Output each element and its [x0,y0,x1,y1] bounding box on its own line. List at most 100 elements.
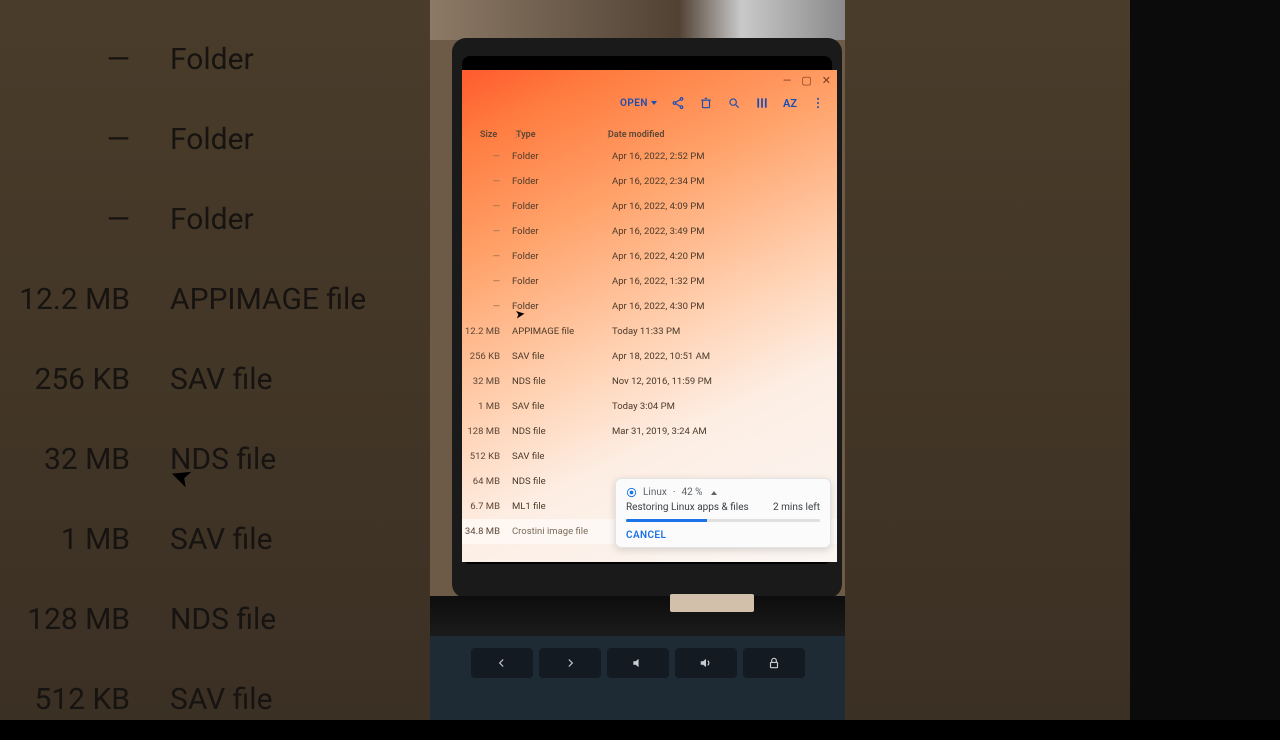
file-date: Apr 16, 2022, 2:34 PM [612,176,837,187]
file-type: Crostini image file [512,526,612,537]
window-minimize-button[interactable]: — [783,74,792,87]
file-type: Folder [512,226,612,237]
chevron-down-icon [651,101,657,105]
file-row[interactable]: —FolderApr 16, 2022, 2:34 PM [462,169,837,194]
more-menu-icon[interactable] [811,96,825,110]
file-type: Folder [512,301,612,312]
laptop-hinge [430,596,845,636]
file-date: Nov 12, 2016, 11:59 PM [612,376,837,387]
file-row[interactable]: —FolderApr 16, 2022, 4:20 PM [462,244,837,269]
photo-frame: — ▢ ✕ OPEN [430,0,845,720]
window-maximize-button[interactable]: ▢ [801,74,811,87]
pillarbox-right [1130,0,1280,720]
mouse-cursor-icon: ➤ [514,306,526,321]
laptop-label-sticker [670,594,754,612]
key-vol-up [675,648,737,678]
search-icon[interactable] [727,96,741,110]
file-type: SAV file [512,351,612,362]
share-icon[interactable] [671,96,685,110]
open-button-label: OPEN [620,98,648,109]
file-date: Apr 18, 2022, 10:51 AM [612,351,837,362]
column-header-size[interactable]: Size [462,130,512,140]
files-app-window: — ▢ ✕ OPEN [462,70,837,562]
bg-echo-row: —Folder [10,100,450,180]
key-lock [743,648,805,678]
notification-percent: 42 % [681,487,702,498]
room-background [430,0,845,40]
file-row[interactable]: 12.2 MBAPPIMAGE fileToday 11:33 PM [462,319,837,344]
file-date: Apr 16, 2022, 1:32 PM [612,276,837,287]
notification-title: Restoring Linux apps & files [626,502,749,513]
file-date: Apr 16, 2022, 3:49 PM [612,226,837,237]
file-date: Mar 31, 2019, 3:24 AM [612,426,837,437]
open-button[interactable]: OPEN [620,98,657,109]
file-size: — [462,176,512,187]
file-date: Apr 16, 2022, 2:52 PM [612,151,837,162]
laptop-keyboard [430,636,845,720]
file-size: — [462,276,512,287]
bg-echo-row: 128 MBNDS file [10,580,450,660]
file-size: 256 KB [462,351,512,362]
file-type: Folder [512,176,612,187]
file-row[interactable]: —FolderApr 16, 2022, 4:09 PM [462,194,837,219]
file-row[interactable]: —FolderApr 16, 2022, 1:32 PM [462,269,837,294]
file-size: 34.8 MB [462,526,512,537]
file-type: SAV file [512,401,612,412]
column-headers: Size ⋮ Type ⋮ Date modified [462,128,837,142]
file-date: Apr 16, 2022, 4:30 PM [612,301,837,312]
chevron-up-icon[interactable] [711,491,717,495]
cancel-button[interactable]: CANCEL [626,530,820,541]
notification-source: Linux [643,487,667,498]
bg-echo-row: —Folder [10,180,450,260]
file-date: Apr 16, 2022, 4:20 PM [612,251,837,262]
file-type: NDS file [512,426,612,437]
file-size: 6.7 MB [462,501,512,512]
file-type: APPIMAGE file [512,326,612,337]
file-size: 64 MB [462,476,512,487]
bg-echo-row: 1 MBSAV file [10,500,450,580]
file-type: NDS file [512,476,612,487]
file-row[interactable]: 512 KBSAV file [462,444,837,469]
file-type: ML1 file [512,501,612,512]
file-size: 128 MB [462,426,512,437]
file-row[interactable]: —FolderApr 16, 2022, 2:52 PM [462,144,837,169]
file-type: SAV file [512,451,612,462]
file-type: NDS file [512,376,612,387]
file-type: Folder [512,276,612,287]
file-row[interactable]: 32 MBNDS fileNov 12, 2016, 11:59 PM [462,369,837,394]
view-toggle-icon[interactable] [755,96,769,110]
file-size: — [462,226,512,237]
key-forward [539,648,601,678]
file-row[interactable]: —FolderApr 16, 2022, 3:49 PM [462,219,837,244]
file-size: 32 MB [462,376,512,387]
file-type: Folder [512,251,612,262]
file-type: Folder [512,201,612,212]
bg-echo-row: 256 KBSAV file [10,340,450,420]
file-size: — [462,201,512,212]
notification-eta: 2 mins left [773,502,820,513]
sort-az-icon[interactable]: AZ [783,97,797,110]
file-row[interactable]: 1 MBSAV fileToday 3:04 PM [462,394,837,419]
file-size: 1 MB [462,401,512,412]
file-row[interactable]: 256 KBSAV fileApr 18, 2022, 10:51 AM [462,344,837,369]
file-size: 12.2 MB [462,326,512,337]
linux-source-icon [626,487,637,498]
key-vol-down [607,648,669,678]
bg-echo-row: 512 KBSAV file [10,660,450,740]
bg-echo-row: 12.2 MBAPPIMAGE file [10,260,450,340]
file-size: — [462,251,512,262]
delete-icon[interactable] [699,96,713,110]
file-size: — [462,301,512,312]
progress-bar [626,519,820,522]
progress-notification: Linux · 42 % Restoring Linux apps & file… [615,478,831,548]
file-date: Today 11:33 PM [612,326,837,337]
column-header-type[interactable]: Type [516,130,604,140]
bg-echo-row: 32 MBNDS file [10,420,450,500]
file-size: — [462,151,512,162]
window-close-button[interactable]: ✕ [822,74,831,87]
file-row[interactable]: 128 MBNDS fileMar 31, 2019, 3:24 AM [462,419,837,444]
column-header-date[interactable]: Date modified [608,130,837,140]
file-date: Today 3:04 PM [612,401,837,412]
file-date: Apr 16, 2022, 4:09 PM [612,201,837,212]
key-back [471,648,533,678]
